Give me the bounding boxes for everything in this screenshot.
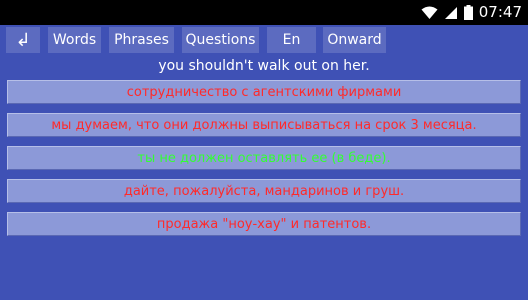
phrases-button[interactable]: Phrases xyxy=(109,27,174,53)
answer-option-4[interactable]: дайте, пожалуйста, мандаринов и груш. xyxy=(7,179,521,203)
answer-option-1[interactable]: сотрудничество с агентскими фирмами xyxy=(7,80,521,104)
status-bar: 07:47 xyxy=(0,0,528,25)
answer-text: дайте, пожалуйста, мандаринов и груш. xyxy=(123,183,405,199)
battery-icon xyxy=(463,5,473,20)
app-main: ↲ Words Phrases Questions En Onward you … xyxy=(0,25,528,300)
answer-text: мы думаем, что они должны выписываться н… xyxy=(51,117,477,133)
answer-text: продажа "ноу-хау" и патентов. xyxy=(156,216,372,232)
status-time: 07:47 xyxy=(478,3,522,21)
answer-option-2[interactable]: мы думаем, что они должны выписываться н… xyxy=(7,113,521,137)
return-arrow-icon: ↲ xyxy=(15,29,31,51)
toolbar: ↲ Words Phrases Questions En Onward xyxy=(0,25,528,55)
answer-option-3[interactable]: ты не должен оставлять ее (в беде). xyxy=(7,146,521,170)
cell-signal-icon xyxy=(444,6,458,20)
language-button[interactable]: En xyxy=(267,27,316,53)
wifi-icon xyxy=(421,6,438,20)
status-icons: 07:47 xyxy=(421,0,522,25)
words-button[interactable]: Words xyxy=(48,27,101,53)
questions-button[interactable]: Questions xyxy=(182,27,259,53)
back-button[interactable]: ↲ xyxy=(6,27,40,53)
onward-button[interactable]: Onward xyxy=(323,27,386,53)
answer-option-5[interactable]: продажа "ноу-хау" и патентов. xyxy=(7,212,521,236)
prompt-phrase: you shouldn't walk out on her. xyxy=(158,58,370,74)
answer-text: ты не должен оставлять ее (в беде). xyxy=(137,150,391,166)
answer-text: сотрудничество с агентскими фирмами xyxy=(126,84,402,100)
